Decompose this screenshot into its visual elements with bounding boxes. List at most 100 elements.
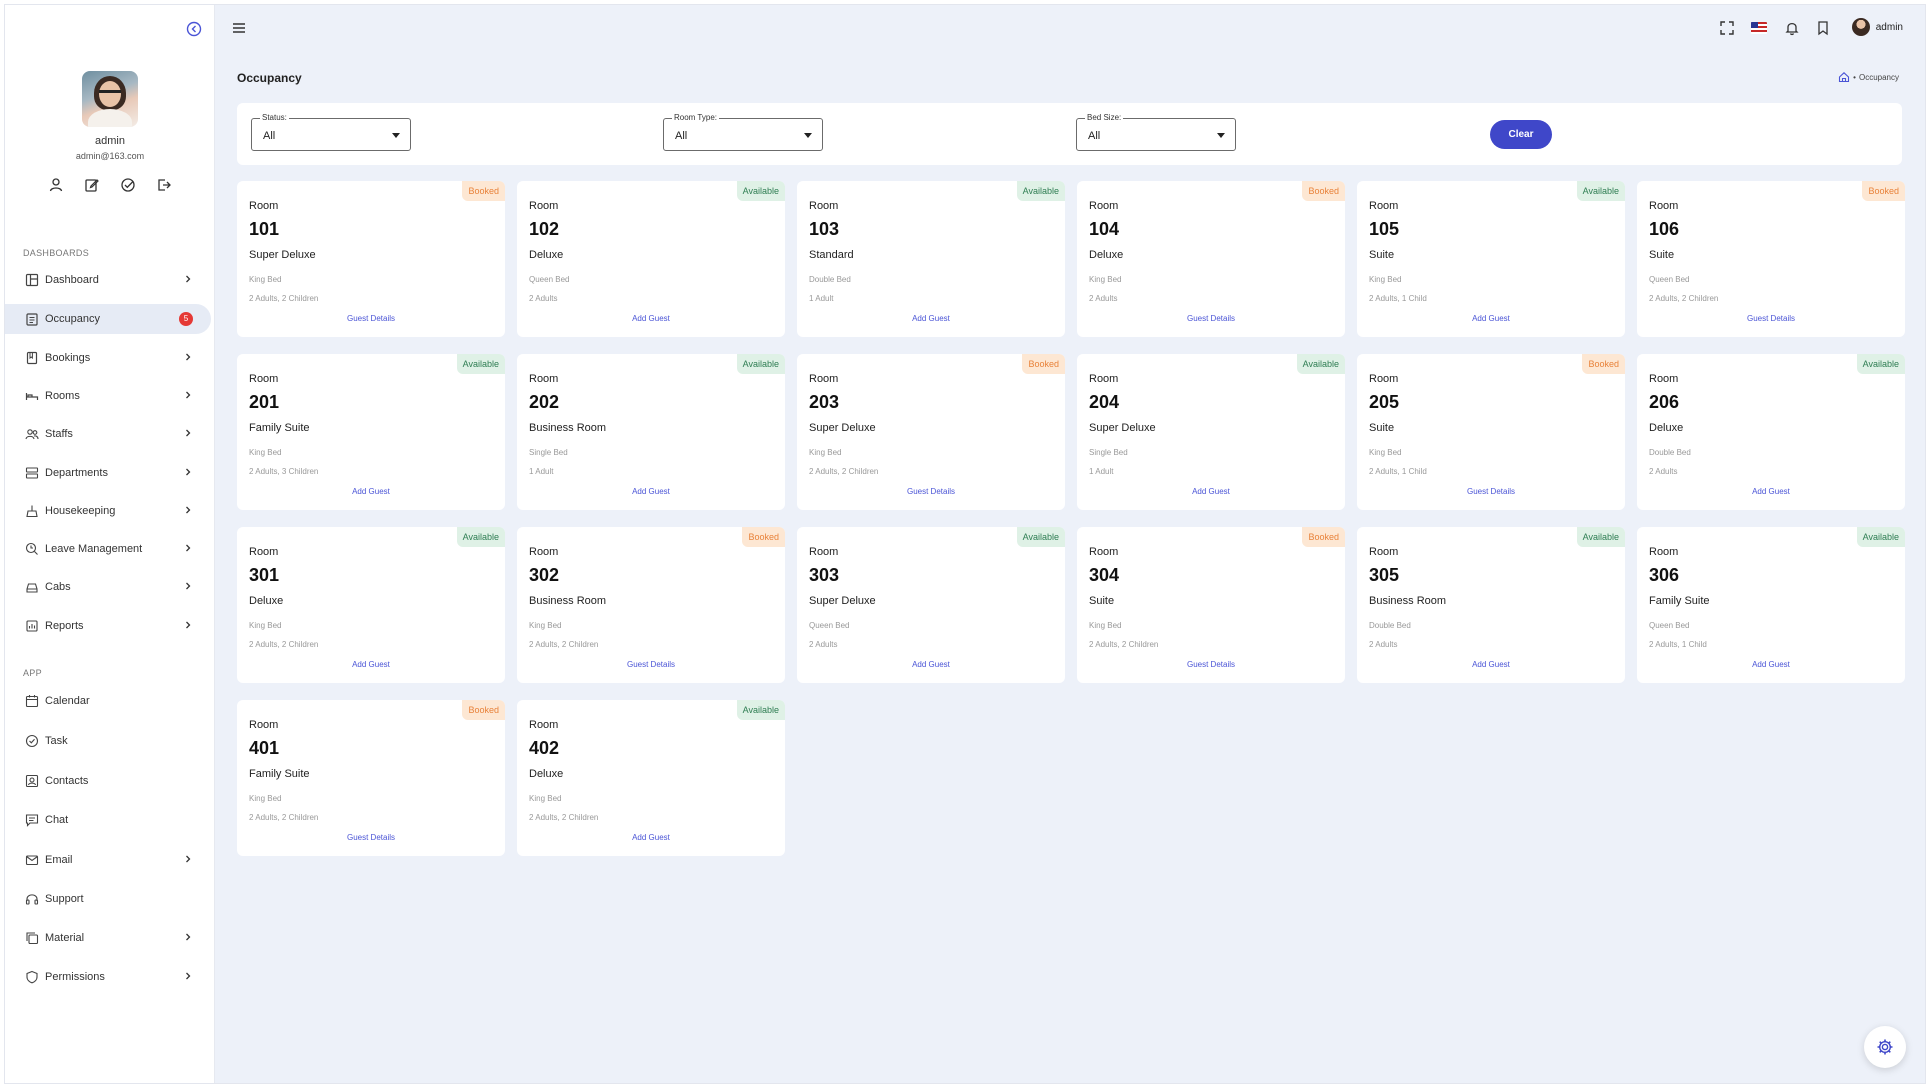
guest-details-link[interactable]: Guest Details: [237, 314, 505, 323]
room-status-badge: Available: [1016, 527, 1065, 547]
room-number: 303: [809, 565, 840, 585]
sidebar-item-label: Housekeeping: [45, 505, 116, 517]
guest-details-link[interactable]: Guest Details: [797, 487, 1065, 496]
guest-details-link[interactable]: Guest Details: [1077, 660, 1345, 669]
add-guest-link[interactable]: Add Guest: [237, 660, 505, 669]
sidebar-item-label: Bookings: [45, 352, 91, 364]
contacts-icon: [25, 774, 39, 788]
room-number: 306: [1649, 565, 1680, 585]
sidebar-item-support[interactable]: Support: [5, 884, 215, 914]
room-card[interactable]: Available Room 301 Deluxe King Bed 2 Adults, …: [237, 527, 505, 683]
status-select[interactable]: Status: All: [251, 113, 411, 151]
room-card[interactable]: Available Room 202 Business Room Single Bed 1…: [517, 354, 785, 510]
sidebar-item-task[interactable]: Task: [5, 726, 215, 756]
room-card[interactable]: Booked Room 401 Family Suite King Bed 2 Adult…: [237, 700, 505, 856]
collapse-sidebar-icon[interactable]: [186, 21, 202, 37]
sidebar-item-cabs[interactable]: Cabs: [5, 572, 215, 602]
room-label: Room: [249, 546, 279, 558]
sidebar-item-calendar[interactable]: Calendar: [5, 686, 215, 716]
menu-icon[interactable]: [231, 20, 247, 36]
sidebar-item-chat[interactable]: Chat: [5, 805, 215, 835]
bed-size-select[interactable]: Bed Size: All: [1076, 113, 1236, 151]
sidebar-item-label: Dashboard: [45, 274, 99, 286]
room-card[interactable]: Booked Room 104 Deluxe King Bed 2 Adults Guest…: [1077, 181, 1345, 337]
add-guest-link[interactable]: Add Guest: [517, 487, 785, 496]
user-icon[interactable]: [48, 177, 64, 193]
room-card[interactable]: Available Room 105 Suite King Bed 2 Adults, 1…: [1357, 181, 1625, 337]
room-card[interactable]: Available Room 402 Deluxe King Bed 2 Adults, …: [517, 700, 785, 856]
sidebar-item-bookings[interactable]: Bookings: [5, 343, 215, 373]
sidebar-item-label: Task: [45, 735, 68, 747]
guest-details-link[interactable]: Guest Details: [1077, 314, 1345, 323]
sidebar-item-email[interactable]: Email: [5, 845, 215, 875]
room-card[interactable]: Available Room 206 Deluxe Double Bed 2 Adults…: [1637, 354, 1905, 510]
room-card[interactable]: Booked Room 302 Business Room King Bed 2 Adul…: [517, 527, 785, 683]
profile-avatar[interactable]: [82, 71, 138, 127]
sidebar-item-dashboard[interactable]: Dashboard: [5, 265, 215, 295]
add-guest-link[interactable]: Add Guest: [797, 660, 1065, 669]
room-bed-size: Double Bed: [1649, 448, 1691, 457]
room-number: 206: [1649, 392, 1680, 412]
add-guest-link[interactable]: Add Guest: [1357, 314, 1625, 323]
room-type: Suite: [1649, 249, 1675, 261]
room-number: 402: [529, 738, 560, 758]
sidebar-item-rooms[interactable]: Rooms: [5, 381, 215, 411]
guest-details-link[interactable]: Guest Details: [1357, 487, 1625, 496]
room-status-badge: Booked: [742, 527, 785, 547]
guest-details-link[interactable]: Guest Details: [517, 660, 785, 669]
check-circle-icon[interactable]: [120, 177, 136, 193]
guest-details-link[interactable]: Guest Details: [237, 833, 505, 842]
sidebar-item-label: Contacts: [45, 775, 89, 787]
bookmark-icon[interactable]: [1815, 20, 1831, 36]
shield-icon: [25, 970, 39, 984]
edit-icon[interactable]: [84, 177, 100, 193]
home-icon[interactable]: [1838, 71, 1850, 83]
logout-icon[interactable]: [156, 177, 172, 193]
sidebar-item-contacts[interactable]: Contacts: [5, 766, 215, 796]
add-guest-link[interactable]: Add Guest: [517, 833, 785, 842]
bell-icon[interactable]: [1784, 20, 1800, 36]
sidebar-item-staffs[interactable]: Staffs: [5, 419, 215, 449]
user-menu[interactable]: admin: [1851, 18, 1903, 36]
room-card[interactable]: Booked Room 106 Suite Queen Bed 2 Adults, 2 C…: [1637, 181, 1905, 337]
room-card[interactable]: Available Room 204 Super Deluxe Single Bed 1 …: [1077, 354, 1345, 510]
add-guest-link[interactable]: Add Guest: [1637, 660, 1905, 669]
sidebar-item-housekeeping[interactable]: Housekeeping: [5, 496, 215, 526]
room-card[interactable]: Available Room 305 Business Room Double Bed 2…: [1357, 527, 1625, 683]
add-guest-link[interactable]: Add Guest: [517, 314, 785, 323]
nav-section-app: APP: [23, 668, 42, 678]
add-guest-link[interactable]: Add Guest: [797, 314, 1065, 323]
room-card[interactable]: Available Room 103 Standard Double Bed 1 Adul…: [797, 181, 1065, 337]
room-card[interactable]: Booked Room 205 Suite King Bed 2 Adults, 1 Ch…: [1357, 354, 1625, 510]
room-card[interactable]: Booked Room 203 Super Deluxe King Bed 2 Adult…: [797, 354, 1065, 510]
room-card[interactable]: Available Room 102 Deluxe Queen Bed 2 Adults A…: [517, 181, 785, 337]
room-card[interactable]: Available Room 306 Family Suite Queen Bed 2 A…: [1637, 527, 1905, 683]
room-type-select[interactable]: Room Type: All: [663, 113, 823, 151]
add-guest-link[interactable]: Add Guest: [1637, 487, 1905, 496]
sidebar-item-departments[interactable]: Departments: [5, 458, 215, 488]
chevron-right-icon: [183, 390, 193, 400]
us-flag-icon[interactable]: [1751, 22, 1767, 34]
sidebar-item-reports[interactable]: Reports: [5, 611, 215, 641]
filter-panel: Status: All Room Type: All Bed Size: All…: [237, 103, 1902, 165]
room-card[interactable]: Booked Room 304 Suite King Bed 2 Adults, 2 Ch…: [1077, 527, 1345, 683]
room-occupancy: 2 Adults, 1 Child: [1369, 294, 1427, 303]
room-status-badge: Available: [736, 700, 785, 720]
add-guest-link[interactable]: Add Guest: [1357, 660, 1625, 669]
add-guest-link[interactable]: Add Guest: [1077, 487, 1345, 496]
room-card[interactable]: Booked Room 101 Super Deluxe King Bed 2 Adult…: [237, 181, 505, 337]
chevron-right-icon: [183, 620, 193, 630]
sidebar-item-material[interactable]: Material: [5, 923, 215, 953]
room-type: Deluxe: [1089, 249, 1124, 261]
settings-button[interactable]: [1864, 1026, 1906, 1068]
sidebar-item-permissions[interactable]: Permissions: [5, 962, 215, 992]
clear-button[interactable]: Clear: [1490, 120, 1552, 149]
room-occupancy: 2 Adults: [1089, 294, 1118, 303]
sidebar-item-leave-management[interactable]: Leave Management: [5, 534, 215, 564]
fullscreen-icon[interactable]: [1719, 20, 1735, 36]
sidebar-item-occupancy[interactable]: Occupancy 5: [5, 304, 211, 334]
room-card[interactable]: Available Room 303 Super Deluxe Queen Bed 2 A…: [797, 527, 1065, 683]
room-card[interactable]: Available Room 201 Family Suite King Bed 2 Ad…: [237, 354, 505, 510]
guest-details-link[interactable]: Guest Details: [1637, 314, 1905, 323]
add-guest-link[interactable]: Add Guest: [237, 487, 505, 496]
